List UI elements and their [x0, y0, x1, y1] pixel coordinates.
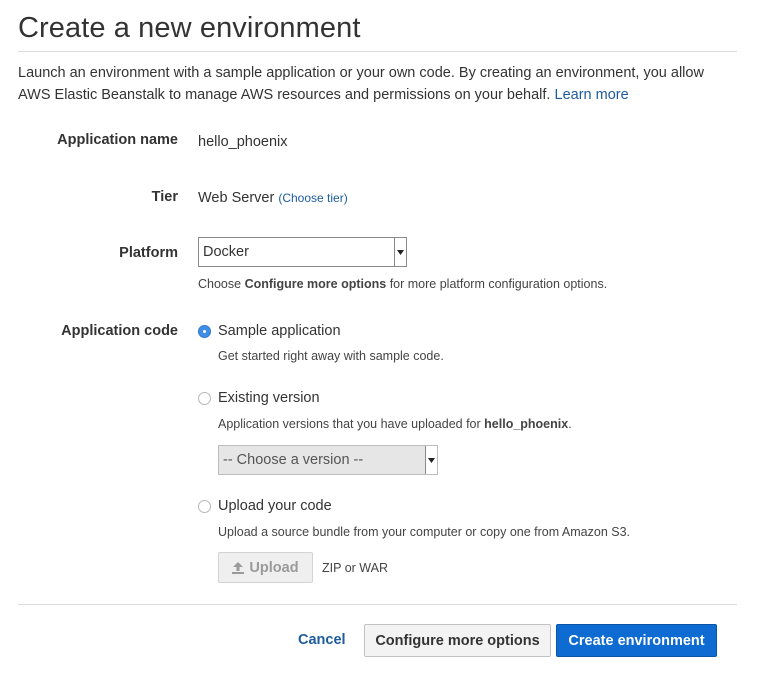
- tier-label: Tier: [151, 189, 178, 205]
- platform-select[interactable]: Docker: [198, 237, 407, 267]
- tier-value-group: Web Server (Choose tier): [198, 190, 348, 206]
- application-name-value: hello_phoenix: [198, 134, 288, 150]
- sample-application-label: Sample application: [218, 323, 341, 339]
- platform-help-text: Choose Configure more options for more p…: [198, 277, 607, 291]
- create-environment-button[interactable]: Create environment: [556, 624, 717, 657]
- upload-button-label: Upload: [249, 559, 299, 576]
- upload-formats: ZIP or WAR: [322, 561, 388, 575]
- tier-value: Web Server: [198, 190, 275, 206]
- existing-version-radio[interactable]: Existing version: [198, 390, 320, 406]
- existing-version-desc-suffix: .: [568, 417, 572, 431]
- application-code-label: Application code: [61, 323, 178, 339]
- page-title: Create a new environment: [18, 12, 361, 44]
- upload-icon: [232, 561, 245, 574]
- platform-help-prefix: Choose: [198, 277, 245, 291]
- sample-application-radio[interactable]: Sample application: [198, 323, 341, 339]
- radio-unselected-icon[interactable]: [198, 499, 211, 513]
- existing-version-desc-bold: hello_phoenix: [484, 417, 569, 431]
- application-name-label: Application name: [57, 132, 178, 148]
- radio-unselected-icon[interactable]: [198, 391, 211, 405]
- cancel-button[interactable]: Cancel: [298, 632, 346, 648]
- platform-help-suffix: for more platform configuration options.: [386, 277, 608, 291]
- existing-version-description: Application versions that you have uploa…: [218, 417, 572, 431]
- sample-application-description: Get started right away with sample code.: [218, 349, 444, 363]
- platform-selected-value: Docker: [203, 244, 249, 260]
- existing-version-desc-prefix: Application versions that you have uploa…: [218, 417, 485, 431]
- platform-help-bold: Configure more options: [244, 277, 387, 291]
- radio-selected-icon[interactable]: [198, 324, 211, 338]
- configure-more-options-button[interactable]: Configure more options: [364, 624, 551, 657]
- version-selected-value: -- Choose a version --: [223, 452, 364, 468]
- learn-more-link[interactable]: Learn more: [555, 87, 629, 103]
- upload-code-description: Upload a source bundle from your compute…: [218, 525, 631, 539]
- platform-label: Platform: [119, 245, 178, 261]
- intro-text: Launch an environment with a sample appl…: [18, 62, 738, 106]
- version-select[interactable]: -- Choose a version --: [218, 445, 438, 475]
- existing-version-label: Existing version: [218, 390, 320, 406]
- footer-divider: [18, 604, 737, 605]
- choose-tier-link[interactable]: (Choose tier): [278, 191, 347, 205]
- chevron-down-icon: [394, 238, 406, 266]
- upload-code-label: Upload your code: [218, 498, 332, 514]
- title-divider: [18, 51, 737, 52]
- upload-button[interactable]: Upload: [218, 552, 313, 583]
- chevron-down-icon: [425, 446, 437, 474]
- upload-code-radio[interactable]: Upload your code: [198, 498, 332, 514]
